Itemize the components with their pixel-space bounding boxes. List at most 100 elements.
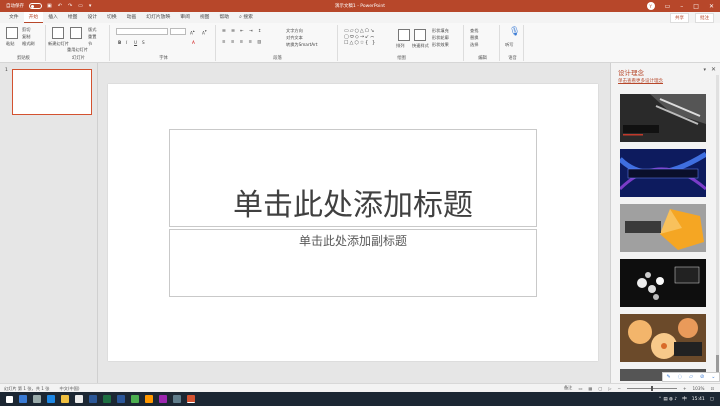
store-icon[interactable]: [75, 395, 83, 403]
list-buttons[interactable]: ☰ ☰ ⇤ ⇥ ↕: [222, 28, 263, 33]
clock[interactable]: 15:41: [692, 397, 705, 402]
app-icon-4[interactable]: [173, 395, 181, 403]
minimize-icon[interactable]: –: [680, 3, 683, 10]
font-color-button[interactable]: A: [192, 40, 195, 45]
tab-design[interactable]: 设计: [82, 12, 102, 23]
close-icon[interactable]: ✕: [711, 66, 716, 73]
app-icon[interactable]: [131, 395, 139, 403]
font-name-input[interactable]: [116, 28, 168, 35]
file-explorer-icon[interactable]: [61, 395, 69, 403]
tab-view[interactable]: 视图: [195, 12, 215, 23]
tab-slideshow[interactable]: 幻灯片放映: [141, 12, 175, 23]
share-button[interactable]: 共享: [670, 13, 689, 23]
grow-font-icon[interactable]: A▴: [190, 29, 195, 35]
ruler-icon[interactable]: ⊘: [700, 374, 704, 380]
bold-button[interactable]: B: [118, 40, 121, 45]
tab-help[interactable]: 帮助: [214, 12, 234, 23]
tab-home[interactable]: 开始: [23, 12, 44, 23]
avatar[interactable]: Y: [646, 2, 655, 10]
redo-icon[interactable]: ↷: [68, 3, 72, 9]
collapse-icon[interactable]: ⌄: [711, 374, 715, 380]
comments-button[interactable]: 批注: [695, 13, 714, 23]
shadow-button[interactable]: S: [142, 40, 145, 45]
format-painter-button[interactable]: 格式刷: [22, 41, 35, 47]
close-icon[interactable]: ✕: [709, 3, 714, 10]
tab-transitions[interactable]: 切换: [102, 12, 122, 23]
design-pane-scrollbar[interactable]: [716, 75, 719, 380]
shrink-font-icon[interactable]: A▾: [202, 29, 207, 35]
tab-draw[interactable]: 绘图: [63, 12, 83, 23]
search-icon[interactable]: [19, 395, 27, 403]
app-icon-3[interactable]: [159, 395, 167, 403]
tab-file[interactable]: 文件: [4, 12, 24, 23]
select-button[interactable]: 选择: [470, 42, 478, 48]
shape-effects-button[interactable]: 形状效果: [432, 42, 449, 48]
zoom-slider[interactable]: [626, 385, 677, 391]
slide-canvas[interactable]: 单击此处添加标题 单击此处添加副标题: [108, 84, 598, 361]
align-text-button[interactable]: 对齐文本: [286, 35, 303, 41]
slide-sorter-icon[interactable]: ▦: [588, 386, 592, 391]
microphone-icon[interactable]: 🎙: [509, 27, 520, 37]
zoom-in-icon[interactable]: +: [683, 386, 687, 391]
align-buttons[interactable]: ≡ ≡ ≡ ≡ ▥: [222, 39, 263, 44]
eraser-icon[interactable]: ▱: [689, 374, 693, 380]
title-placeholder[interactable]: 单击此处添加标题: [169, 129, 537, 227]
notification-icon[interactable]: ▢: [710, 397, 714, 402]
task-view-icon[interactable]: [33, 395, 41, 403]
replace-button[interactable]: 替换: [470, 35, 478, 41]
shapes-gallery[interactable]: ▭▱○△⬠↘ ▢⬭◇→↙⌒ ☐△⬡☆{ }: [344, 28, 376, 46]
pen-icon[interactable]: ✎: [667, 374, 671, 380]
find-button[interactable]: 查找: [470, 28, 478, 34]
powerpoint-icon[interactable]: [187, 395, 195, 403]
ribbon-display-icon[interactable]: ▭: [665, 3, 671, 10]
pane-options-icon[interactable]: ▾: [703, 67, 706, 73]
design-idea-5[interactable]: [620, 314, 706, 362]
windows-start-icon[interactable]: [6, 395, 13, 403]
tab-animations[interactable]: 动画: [122, 12, 142, 23]
slideshow-icon[interactable]: ▷: [608, 386, 611, 391]
convert-smartart-button[interactable]: 转换为SmartArt: [286, 42, 317, 48]
input-language[interactable]: 中: [682, 396, 687, 402]
maximize-icon[interactable]: □: [693, 3, 699, 10]
paste-icon[interactable]: [6, 27, 18, 39]
tab-insert[interactable]: 插入: [43, 12, 63, 23]
normal-view-icon[interactable]: ▭: [578, 386, 582, 391]
zoom-level[interactable]: 103%: [693, 386, 705, 391]
reuse-slides-button[interactable]: 重用幻灯片: [67, 47, 88, 53]
text-direction-button[interactable]: 文字方向: [286, 28, 303, 34]
design-idea-1[interactable]: [620, 94, 706, 142]
search-box[interactable]: ⌕ 搜索: [234, 12, 258, 23]
layout-button[interactable]: 版式: [88, 27, 96, 33]
reuse-slides-icon[interactable]: [70, 27, 82, 39]
quick-styles-button[interactable]: 快速样式: [412, 43, 429, 49]
present-icon[interactable]: ▭: [78, 3, 83, 9]
autosave-toggle[interactable]: [29, 3, 42, 9]
mail-icon[interactable]: [89, 395, 97, 403]
arrange-icon[interactable]: [398, 29, 410, 41]
notes-button[interactable]: 备注: [564, 385, 572, 391]
arrange-button[interactable]: 排列: [396, 43, 404, 49]
new-slide-button[interactable]: 新建幻灯片: [48, 41, 69, 47]
word-icon[interactable]: [117, 395, 125, 403]
cut-button[interactable]: 剪切: [22, 27, 30, 33]
section-button[interactable]: 节: [88, 41, 92, 47]
reading-view-icon[interactable]: ▢: [598, 386, 602, 391]
shape-outline-button[interactable]: 形状轮廓: [432, 35, 449, 41]
subtitle-placeholder[interactable]: 单击此处添加副标题: [169, 229, 537, 297]
shape-fill-button[interactable]: 形状填充: [432, 28, 449, 34]
paste-button[interactable]: 粘贴: [6, 41, 14, 47]
fit-slide-icon[interactable]: ⊡: [710, 386, 714, 391]
zoom-out-icon[interactable]: −: [617, 386, 621, 391]
excel-icon[interactable]: [103, 395, 111, 403]
slide-thumbnail[interactable]: [12, 69, 92, 115]
italic-button[interactable]: I: [126, 40, 127, 45]
design-idea-2[interactable]: [620, 149, 706, 197]
tab-review[interactable]: 审阅: [175, 12, 195, 23]
lasso-icon[interactable]: ◌: [678, 374, 682, 380]
new-slide-icon[interactable]: [52, 27, 64, 39]
customize-qat-icon[interactable]: ▾: [89, 3, 92, 9]
edge-icon[interactable]: [47, 395, 55, 403]
tray-icons[interactable]: ⌃ ▤ ◍ ♪: [658, 397, 677, 402]
design-idea-4[interactable]: [620, 259, 706, 307]
design-ideas-link[interactable]: 单击查看更多设计理念: [618, 78, 663, 84]
